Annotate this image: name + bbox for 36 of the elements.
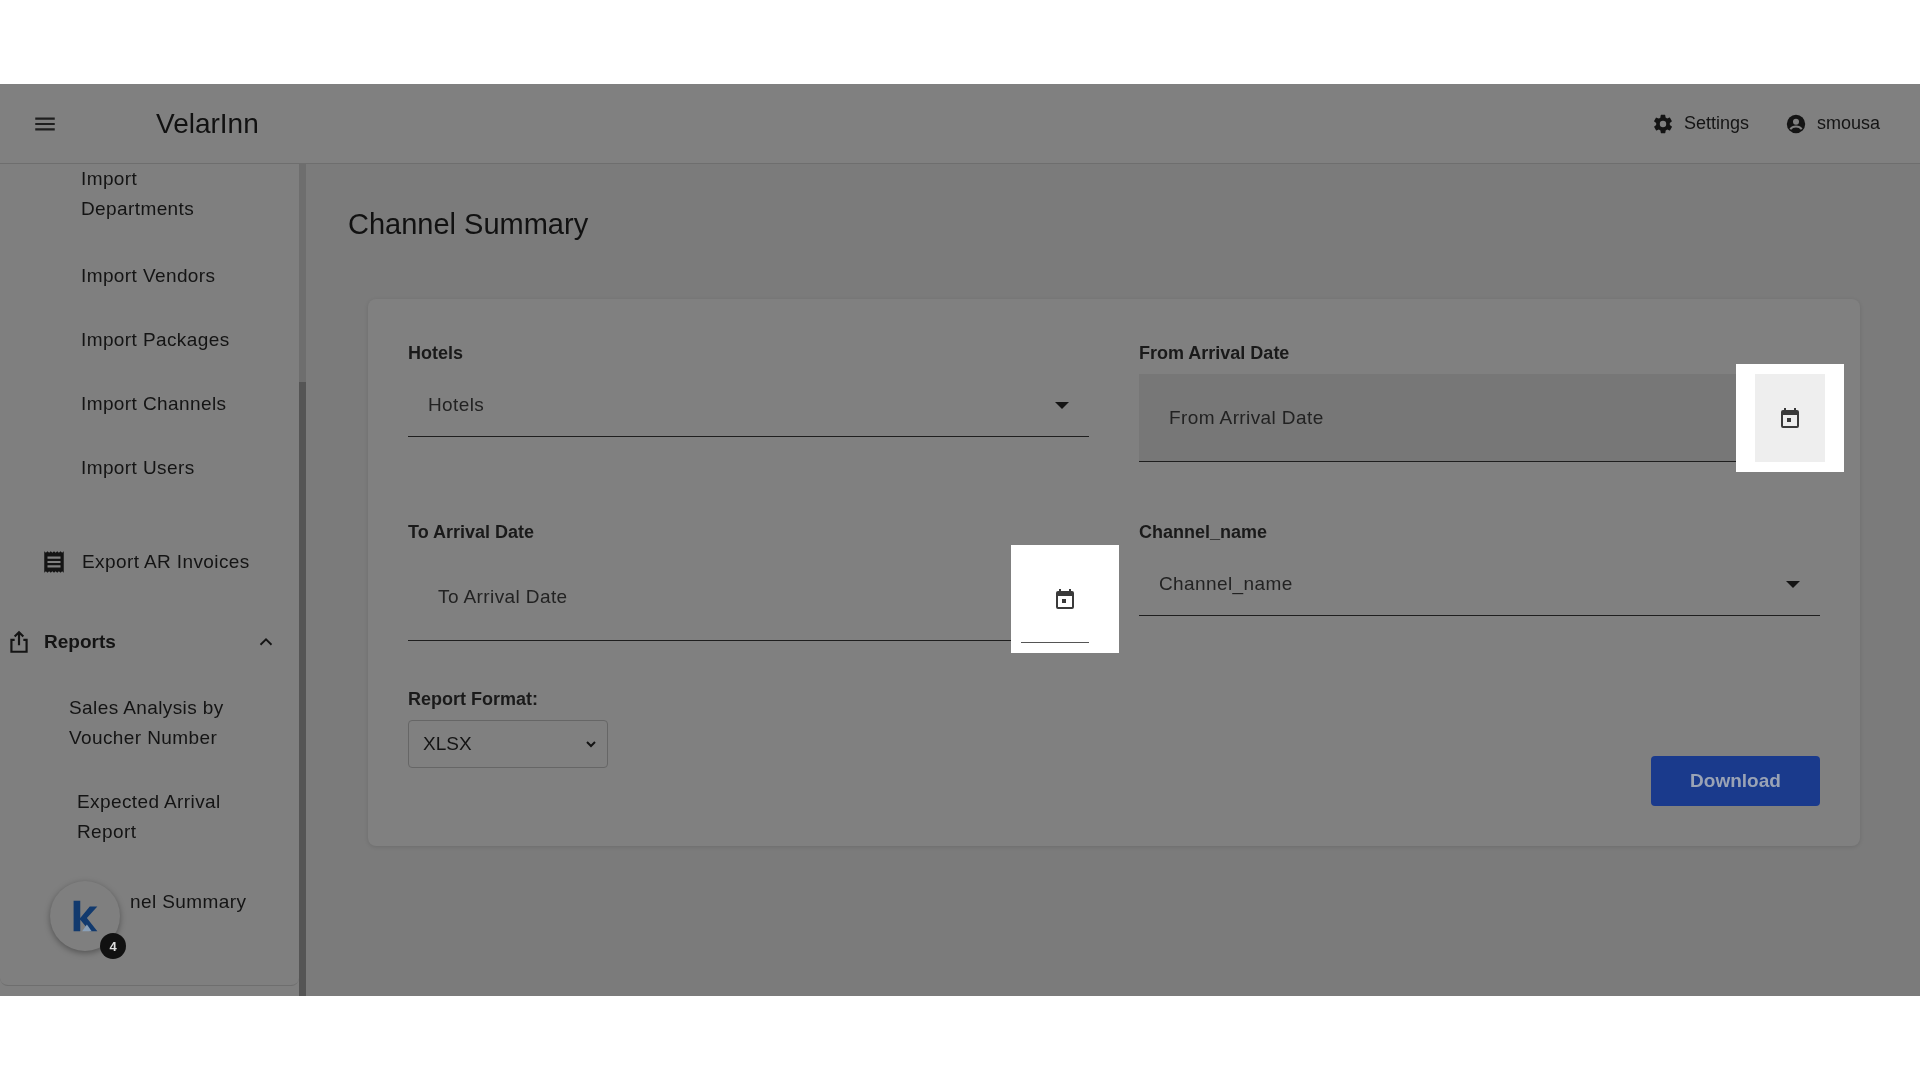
account-icon [1784,112,1807,135]
field-label: Channel_name [1139,522,1269,543]
reports-section[interactable]: Reports [0,591,299,693]
dropdown-arrow-icon [1055,401,1069,409]
calendar-icon [1778,406,1802,430]
format-select[interactable]: XLSX [408,720,608,768]
field-label: Report Format: [408,689,539,710]
calendar-icon [1053,587,1077,611]
app-title: VelarInn [156,107,259,140]
sidebar-item[interactable]: Expected Arrival Report [77,773,267,867]
field-label: Hotels [408,343,464,364]
sidebar-item[interactable]: Import Users [81,436,195,533]
field-label: To Arrival Date [408,522,536,543]
dropdown-field[interactable]: Hotels [408,374,1089,437]
chat-widget-button[interactable] [50,881,120,951]
field-label: From Arrival Date [1139,343,1291,364]
calendar-button[interactable] [1755,374,1825,462]
settings-icon [1651,112,1674,135]
sidebar-item[interactable]: Import Packages [81,308,230,372]
notification-badge: 4 [100,933,126,959]
download-button[interactable]: Download [1651,756,1820,806]
dropdown-field[interactable]: Channel_name [1139,553,1820,616]
date-field[interactable]: To Arrival Date [408,553,1011,641]
sidebar-item[interactable]: nel Summary [130,867,247,937]
receipt-icon [41,549,67,575]
scrollbar[interactable] [299,164,306,996]
sidebar-item[interactable]: Import Departments [81,164,221,244]
sidebar-item[interactable]: Import Channels [81,372,227,436]
page-title: Channel Summary [348,208,590,241]
user-menu[interactable]: smousa [1784,112,1880,135]
dropdown-arrow-icon [1786,580,1800,588]
sidebar-item[interactable]: Sales Analysis by Voucher Number [69,693,259,773]
settings-link[interactable]: Settings [1651,112,1749,135]
date-field[interactable]: From Arrival Date [1139,374,1736,462]
sidebar-item[interactable]: Export AR Invoices [0,533,299,591]
sidebar-item[interactable]: Import Vendors [81,244,216,308]
